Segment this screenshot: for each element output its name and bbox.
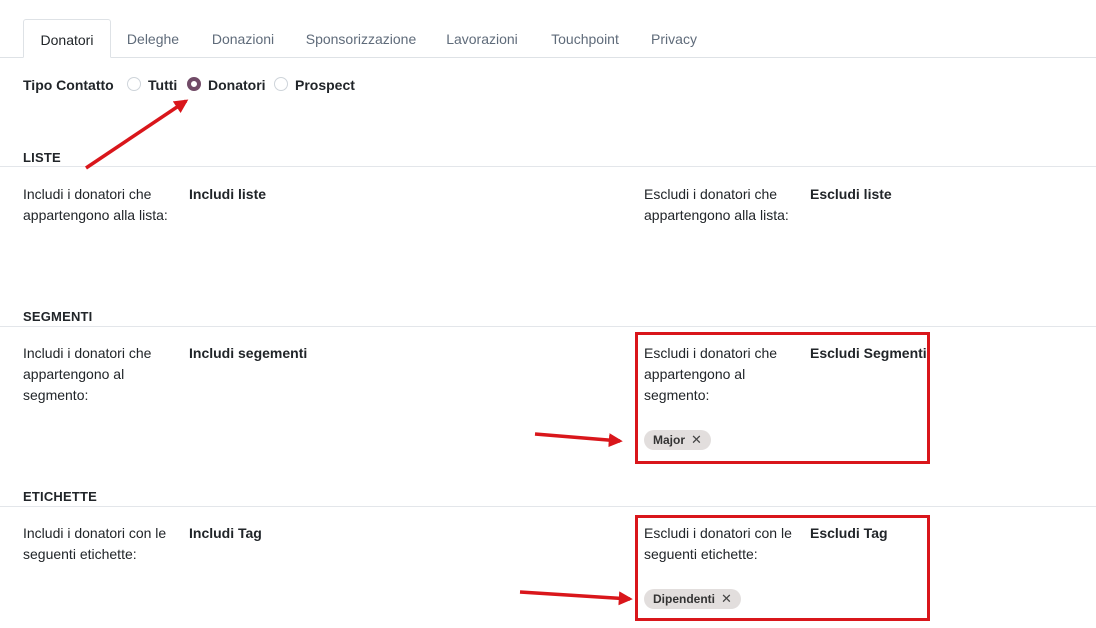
section-divider-segmenti bbox=[0, 326, 1096, 327]
radio-tutti[interactable] bbox=[127, 77, 141, 91]
annotation-box-segmenti bbox=[635, 332, 930, 464]
radio-prospect[interactable] bbox=[274, 77, 288, 91]
tab-lavorazioni[interactable]: Lavorazioni bbox=[434, 19, 530, 58]
section-title-liste: LISTE bbox=[23, 150, 61, 165]
arrow-annotation bbox=[519, 590, 633, 606]
radio-donatori-label[interactable]: Donatori bbox=[208, 76, 266, 94]
section-divider-liste bbox=[0, 166, 1096, 167]
radio-prospect-label[interactable]: Prospect bbox=[295, 76, 355, 94]
segmenti-include-input[interactable]: Includi segementi bbox=[189, 343, 307, 364]
tab-donazioni[interactable]: Donazioni bbox=[197, 19, 289, 58]
etichette-include-label: Includi i donatori con le seguenti etich… bbox=[23, 525, 167, 562]
segmenti-include-label: Includi i donatori che appartengono al s… bbox=[23, 345, 152, 403]
radio-donatori[interactable] bbox=[187, 77, 201, 91]
section-divider-etichette bbox=[0, 506, 1096, 507]
liste-exclude-input[interactable]: Escludi liste bbox=[810, 184, 892, 205]
tab-sponsorizzazione[interactable]: Sponsorizzazione bbox=[296, 19, 426, 58]
annotation-box-etichette bbox=[635, 515, 930, 621]
section-title-segmenti: SEGMENTI bbox=[23, 309, 93, 324]
liste-include-input[interactable]: Includi liste bbox=[189, 184, 266, 205]
tipo-contatto-label: Tipo Contatto bbox=[23, 77, 114, 93]
tab-donatori[interactable]: Donatori bbox=[23, 19, 111, 58]
tab-deleghe[interactable]: Deleghe bbox=[113, 19, 193, 58]
arrow-annotation bbox=[85, 99, 189, 170]
section-title-etichette: ETICHETTE bbox=[23, 489, 98, 504]
liste-exclude-label: Escludi i donatori che appartengono alla… bbox=[644, 186, 789, 223]
liste-include-label: Includi i donatori che appartengono alla… bbox=[23, 186, 168, 223]
radio-tutti-label[interactable]: Tutti bbox=[148, 76, 177, 94]
tab-bar: Donatori Deleghe Donazioni Sponsorizzazi… bbox=[0, 0, 1096, 58]
tab-touchpoint[interactable]: Touchpoint bbox=[537, 19, 633, 58]
arrow-annotation bbox=[534, 432, 623, 448]
etichette-include-input[interactable]: Includi Tag bbox=[189, 523, 262, 544]
tab-privacy[interactable]: Privacy bbox=[640, 19, 708, 58]
